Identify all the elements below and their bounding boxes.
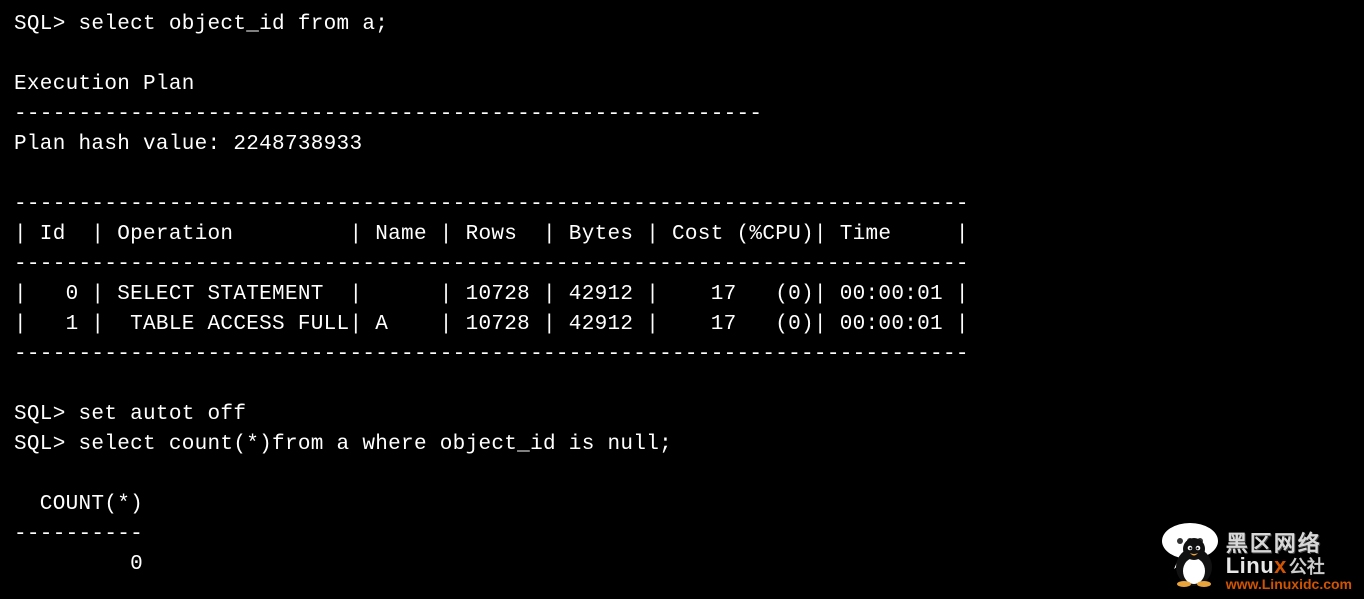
table-border-line: ----------------------------------------… [14, 343, 969, 366]
terminal-output: SQL> select object_id from a; Execution … [0, 0, 1364, 594]
exec-plan-header: Execution Plan [14, 73, 195, 96]
result-value: 0 [14, 553, 143, 576]
result-separator: ---------- [14, 523, 143, 546]
plan-hash-line: Plan hash value: 2248738933 [14, 133, 362, 156]
sql-prompt-line: SQL> select object_id from a; [14, 13, 388, 36]
table-row: | 1 | TABLE ACCESS FULL| A | 10728 | 429… [14, 313, 969, 336]
speech-bubble-icon [1160, 521, 1224, 571]
sql-prompt-line: SQL> set autot off [14, 403, 246, 426]
table-header-line: | Id | Operation | Name | Rows | Bytes |… [14, 223, 969, 246]
table-row: | 0 | SELECT STATEMENT | | 10728 | 42912… [14, 283, 969, 306]
separator-line: ----------------------------------------… [14, 103, 762, 126]
result-header: COUNT(*) [14, 493, 143, 516]
table-border-line: ----------------------------------------… [14, 253, 969, 276]
sql-prompt-line: SQL> select count(*)from a where object_… [14, 433, 672, 456]
table-border-line: ----------------------------------------… [14, 193, 969, 216]
